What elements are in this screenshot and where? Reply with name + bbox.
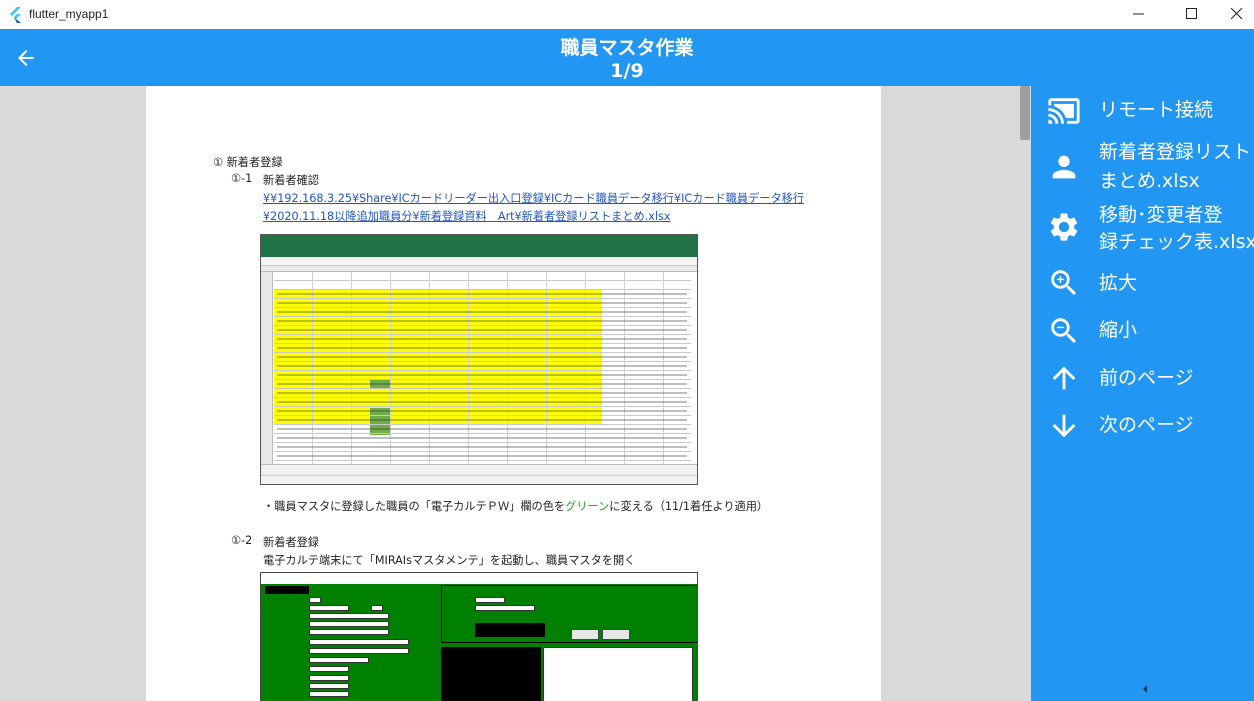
sidebar-item-label-line2: 録チェック表.xlsx [1099, 231, 1254, 253]
section-heading: ① 新着者登録 [213, 156, 283, 169]
zoom-out-icon [1051, 318, 1077, 344]
close-icon [1231, 8, 1243, 20]
flutter-logo-icon [10, 7, 21, 23]
sidebar-item-remote[interactable]: リモート接続 [1031, 94, 1254, 128]
subsection-description-2: 電子カルテ端末にて「MIRAIsマスタメンテ」を起動し、職員マスタを開く [263, 554, 636, 567]
excel-screenshot [260, 234, 698, 485]
subsection-title-1: 新着者確認 [263, 174, 319, 187]
file-path-link-line1[interactable]: ¥¥192.168.3.25¥Share¥ICカードリーダー出入口登録¥ICカー… [263, 190, 804, 206]
zoom-in-icon [1051, 270, 1077, 296]
note-green-word: グリーン [565, 500, 610, 513]
arrow-up-icon [1052, 366, 1076, 390]
file-path-link-line2[interactable]: ¥2020.11.18以降追加職員分¥新着登録資料 Art¥新着者登録リストまと… [263, 208, 670, 224]
page-title: 職員マスタ作業 [560, 37, 694, 59]
subsection-number-2: ①-2 [231, 534, 253, 547]
sidebar-item-label: 縮小 [1099, 319, 1138, 341]
note-prefix: ・職員マスタに登録した職員の「電子カルテＰＷ」欄の色を [263, 500, 566, 513]
window-title: flutter_myapp1 [29, 7, 109, 21]
note-suffix: に変える（11/1着任より適用） [609, 500, 769, 513]
gear-icon [1050, 213, 1078, 241]
action-sidebar: リモート接続 新着者登録リスト まとめ.xlsx 移動･変更者登 録チェック表.… [1031, 86, 1254, 701]
note-text: ・職員マスタに登録した職員の「電子カルテＰＷ」欄の色をグリーンに変える（11/1… [263, 498, 768, 514]
cast-icon [1048, 98, 1080, 124]
minimize-icon [1133, 13, 1144, 15]
minimize-button[interactable] [1116, 0, 1162, 29]
document-viewer[interactable]: ① 新着者登録 ①-1 新着者確認 ¥¥192.168.3.25¥Share¥I… [0, 86, 1031, 701]
sidebar-item-transfer-check[interactable]: 移動･変更者登 録チェック表.xlsx [1031, 201, 1254, 259]
caret-left-icon[interactable] [1141, 684, 1149, 694]
window-titlebar: flutter_myapp1 [0, 0, 1254, 29]
maximize-button[interactable] [1169, 0, 1215, 29]
sidebar-item-zoom-out[interactable]: 縮小 [1031, 314, 1254, 348]
subsection-number-1: ①-1 [231, 172, 253, 185]
sidebar-item-label: 拡大 [1099, 272, 1138, 294]
scrollbar-thumb[interactable] [1020, 86, 1030, 140]
maximize-icon [1186, 8, 1197, 19]
sidebar-item-new-staff-list[interactable]: 新着者登録リスト まとめ.xlsx [1031, 138, 1254, 196]
person-icon [1052, 155, 1076, 179]
sidebar-item-next-page[interactable]: 次のページ [1031, 409, 1254, 443]
mirais-screenshot [260, 572, 698, 701]
sidebar-item-label: 新着者登録リスト [1099, 141, 1252, 163]
page-indicator: 1/9 [610, 60, 644, 82]
app-bar: 職員マスタ作業 1/9 [0, 29, 1254, 86]
subsection-title-2: 新着者登録 [263, 536, 319, 549]
sidebar-item-label: 次のページ [1099, 414, 1194, 436]
sidebar-item-label-line2: まとめ.xlsx [1099, 170, 1200, 192]
close-button[interactable] [1214, 0, 1254, 29]
sidebar-item-label: 移動･変更者登 [1099, 204, 1223, 226]
sidebar-item-label: リモート接続 [1099, 99, 1214, 121]
document-page: ① 新着者登録 ①-1 新着者確認 ¥¥192.168.3.25¥Share¥I… [146, 86, 881, 701]
arrow-down-icon [1052, 414, 1076, 438]
sidebar-item-zoom-in[interactable]: 拡大 [1031, 266, 1254, 300]
sidebar-item-label: 前のページ [1099, 367, 1194, 389]
sidebar-item-prev-page[interactable]: 前のページ [1031, 361, 1254, 395]
